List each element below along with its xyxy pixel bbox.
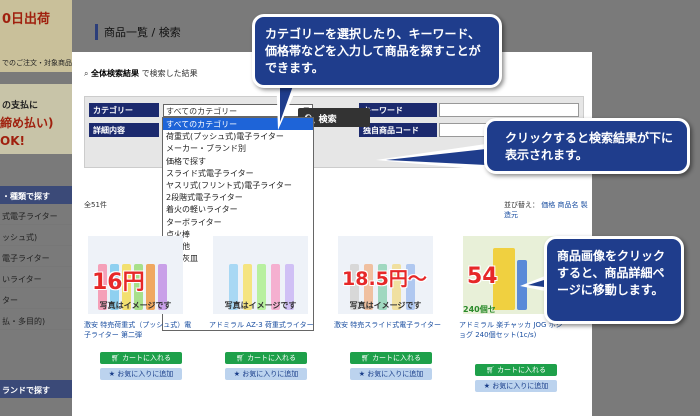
- nav-item[interactable]: 払・多目的): [0, 309, 72, 330]
- payment-text-b: 締め払い): [0, 116, 54, 130]
- category-nav: ・種類で探す 式電子ライター ッシュ式) 電子ライター いライター ター 払・多…: [0, 186, 72, 330]
- keyword-label: キーワード: [359, 103, 437, 117]
- breadcrumb: 商品一覧 / 検索: [95, 24, 181, 40]
- star-icon: ★: [358, 370, 368, 378]
- sort-price[interactable]: 価格: [541, 201, 555, 209]
- favorite-button-label: お気に入りに追加: [367, 370, 424, 378]
- payment-text-a: の支払に: [2, 101, 39, 111]
- dropdown-option[interactable]: 2段階式電子ライター: [163, 191, 313, 203]
- callout-text: 商品画像をクリックすると、商品詳細ページに移動します。: [557, 249, 666, 297]
- dropdown-option[interactable]: 価格で探す: [163, 155, 313, 167]
- image-note: 写真はイメージです: [224, 301, 297, 310]
- image-note: 写真はイメージです: [99, 301, 172, 310]
- result-count: 全51件: [84, 201, 107, 209]
- callout-text: カテゴリーを選択したり、キーワード、価格帯などを入力して商品を探すことができます…: [265, 27, 481, 75]
- favorite-button-label: お気に入りに追加: [242, 370, 299, 378]
- left-sidebar: 0日出荷 でのご注文・対象商品 の支払に 締め払い) OK! ・種類で探す 式電…: [0, 0, 72, 416]
- add-to-cart-button[interactable]: 🛒︎ カートに入れる: [100, 352, 182, 364]
- dropdown-option[interactable]: 着火の軽いライター: [163, 203, 313, 215]
- category-select-value: すべてのカテゴリー: [166, 107, 238, 116]
- dropdown-option[interactable]: ヤスリ式(フリント式)電子ライター: [163, 179, 313, 191]
- star-icon: ★: [483, 382, 493, 390]
- callout-text: クリックすると検索結果が下に表示されます。: [505, 131, 674, 162]
- price-tag: 16円: [92, 270, 145, 295]
- search-icon: ⌕: [84, 69, 92, 78]
- favorite-button-label: お気に入りに追加: [492, 382, 549, 390]
- nav-heading: ・種類で探す: [0, 186, 72, 204]
- banner-sub: でのご注文・対象商品: [2, 59, 72, 67]
- cart-button-label: カートに入れる: [372, 354, 422, 362]
- brand-nav-heading: ランドで探す: [0, 380, 72, 398]
- add-favorite-button[interactable]: ★ お気に入りに追加: [225, 368, 307, 380]
- price-tag: 18.5円〜: [342, 268, 427, 290]
- callout-search-help: クリックすると検索結果が下に表示されます。: [484, 118, 690, 174]
- add-favorite-button[interactable]: ★ お気に入りに追加: [350, 368, 432, 380]
- favorite-button-label: お気に入りに追加: [117, 370, 174, 378]
- product-card: 18.5円〜 写真はイメージです 激安 特売スライド式電子ライター 🛒︎ カート…: [328, 230, 443, 400]
- add-favorite-button[interactable]: ★ お気に入りに追加: [100, 368, 182, 380]
- product-name[interactable]: 激安 特売スライド式電子ライター: [334, 320, 442, 330]
- product-card: 16円 写真はイメージです 激安 特売荷重式（プッシュ式）電子ライター 第二弾 …: [78, 230, 193, 400]
- results-title-strong: 全体検索結果: [91, 69, 140, 78]
- nav-item[interactable]: 式電子ライター: [0, 204, 72, 225]
- add-to-cart-button[interactable]: 🛒︎ カートに入れる: [475, 364, 557, 376]
- sort-name[interactable]: 商品名: [557, 201, 578, 209]
- nav-item[interactable]: 電子ライター: [0, 246, 72, 267]
- product-name[interactable]: 激安 特売荷重式（プッシュ式）電子ライター 第二弾: [84, 320, 192, 340]
- results-title: ⌕ 全体検索結果 で検索した結果: [84, 68, 198, 79]
- cart-icon: 🛒︎: [235, 354, 248, 362]
- overlay-dim: [592, 52, 700, 416]
- shipping-banner[interactable]: 0日出荷 でのご注文・対象商品: [0, 0, 72, 72]
- add-to-cart-button[interactable]: 🛒︎ カートに入れる: [225, 352, 307, 364]
- detail-label: 詳細内容: [89, 123, 159, 137]
- payment-banner[interactable]: の支払に 締め払い) OK!: [0, 84, 72, 154]
- keyword-input[interactable]: [439, 103, 579, 117]
- dropdown-option[interactable]: ターボライター: [163, 216, 313, 228]
- nav-item[interactable]: ッシュ式): [0, 225, 72, 246]
- banner-title: 0日出荷: [2, 12, 51, 27]
- cart-icon: 🛒︎: [485, 366, 498, 374]
- cart-button-label: カートに入れる: [247, 354, 297, 362]
- add-to-cart-button[interactable]: 🛒︎ カートに入れる: [350, 352, 432, 364]
- cart-button-label: カートに入れる: [497, 366, 547, 374]
- search-button-label: 検索: [318, 115, 337, 125]
- callout-category-help: カテゴリーを選択したり、キーワード、価格帯などを入力して商品を探すことができます…: [252, 14, 502, 88]
- cart-button-label: カートに入れる: [122, 354, 172, 362]
- image-note: 写真はイメージです: [349, 301, 422, 310]
- dropdown-option[interactable]: スライド式電子ライター: [163, 167, 313, 179]
- sort-label: 並び替え：: [504, 201, 539, 209]
- category-label: カテゴリー: [89, 103, 159, 117]
- payment-text-c: OK!: [0, 134, 25, 148]
- cart-icon: 🛒︎: [110, 354, 123, 362]
- dropdown-option[interactable]: メーカー・ブランド別: [163, 142, 313, 154]
- star-icon: ★: [233, 370, 243, 378]
- nav-item[interactable]: ター: [0, 288, 72, 309]
- main-content: ⌕ 全体検索結果 で検索した結果 カテゴリー すべてのカテゴリー ▼ キーワード…: [72, 52, 592, 416]
- callout-tail: [376, 144, 486, 170]
- code-label: 独自商品コード: [359, 123, 437, 137]
- nav-item[interactable]: いライター: [0, 267, 72, 288]
- dropdown-option[interactable]: 荷重式(プッシュ式)電子ライター: [163, 130, 313, 142]
- sort-options: 並び替え： 価格 商品名 製造元: [504, 200, 592, 220]
- cart-icon: 🛒︎: [360, 354, 373, 362]
- results-title-suffix: で検索した結果: [141, 69, 198, 78]
- star-icon: ★: [108, 370, 118, 378]
- add-favorite-button[interactable]: ★ お気に入りに追加: [475, 380, 557, 392]
- product-name[interactable]: アドミラル AZ-3 荷重式ライター: [209, 320, 317, 330]
- callout-product-help: 商品画像をクリックすると、商品詳細ページに移動します。: [544, 236, 684, 324]
- product-card: 写真はイメージです アドミラル AZ-3 荷重式ライター 🛒︎ カートに入れる …: [203, 230, 318, 400]
- image-note: 240個セ: [463, 305, 496, 314]
- price-tag: 54: [467, 264, 498, 289]
